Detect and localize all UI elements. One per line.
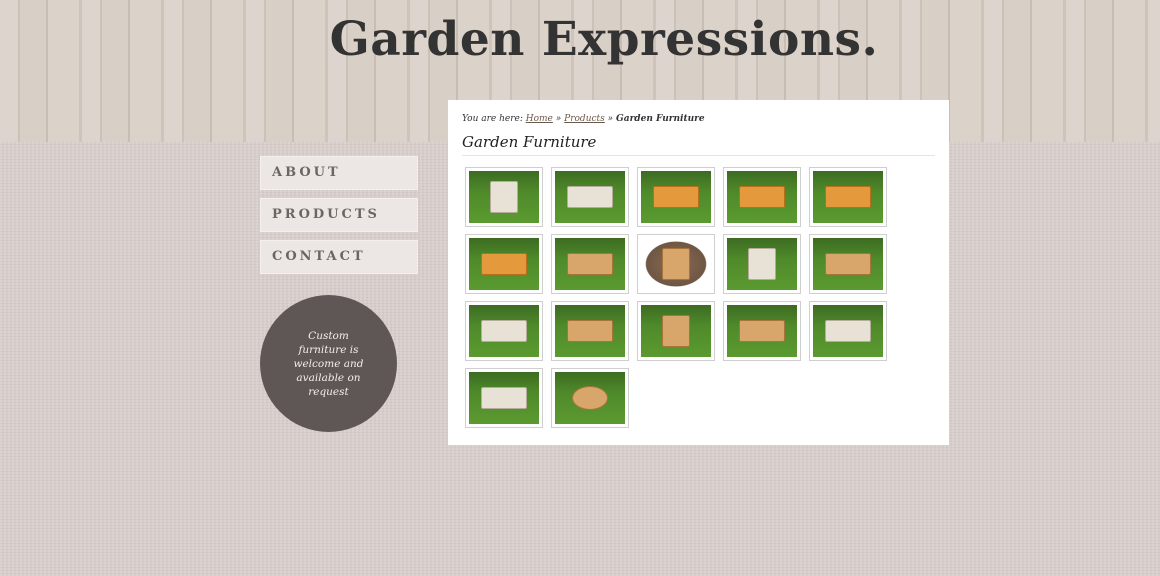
product-photo (555, 305, 625, 357)
product-photo (469, 238, 539, 290)
breadcrumb: You are here: Home » Products » Garden F… (462, 114, 935, 128)
thumbnail-picnic-table[interactable] (637, 167, 715, 227)
product-photo (469, 372, 539, 424)
furniture-shape (825, 186, 871, 208)
furniture-shape (567, 253, 613, 275)
page-title: Garden Furniture (462, 133, 935, 156)
breadcrumb-home-link[interactable]: Home (526, 114, 553, 124)
furniture-shape (739, 320, 785, 342)
breadcrumb-prefix: You are here: (462, 114, 523, 124)
thumbnail-porch-swing[interactable] (465, 167, 543, 227)
breadcrumb-separator: » (607, 114, 614, 124)
product-photo (641, 238, 711, 290)
nav-item-products[interactable]: PRODUCTS (260, 198, 418, 232)
breadcrumb-current: Garden Furniture (616, 114, 705, 124)
thumbnail-octagon-picnic-table[interactable] (809, 167, 887, 227)
furniture-shape (748, 248, 776, 280)
site-title[interactable]: Garden Expressions. (0, 12, 1160, 67)
furniture-shape (481, 387, 527, 409)
nav-item-about[interactable]: ABOUT (260, 156, 418, 190)
furniture-shape (490, 181, 518, 213)
thumbnail-table-with-benches[interactable] (723, 301, 801, 361)
furniture-shape (825, 253, 871, 275)
product-photo (555, 171, 625, 223)
product-photo (727, 171, 797, 223)
breadcrumb-products-link[interactable]: Products (564, 114, 605, 124)
furniture-shape (662, 248, 690, 280)
thumbnail-adirondack-chair[interactable] (637, 301, 715, 361)
thumbnail-octagon-picnic-table[interactable] (723, 167, 801, 227)
thumbnail-potting-bench[interactable] (551, 234, 629, 294)
product-photo (641, 171, 711, 223)
product-photo (813, 171, 883, 223)
thumbnail-round-table[interactable] (551, 368, 629, 428)
furniture-shape (653, 186, 699, 208)
thumbnail-adirondack-chair-set[interactable] (809, 234, 887, 294)
thumbnail-adirondack-chair-pair[interactable] (551, 301, 629, 361)
product-photo (813, 238, 883, 290)
custom-furniture-badge: Custom furniture is welcome and availabl… (260, 295, 397, 432)
product-photo (555, 372, 625, 424)
custom-furniture-text: Custom furniture is welcome and availabl… (293, 329, 364, 398)
furniture-shape (567, 320, 613, 342)
thumbnail-white-picnic-table[interactable] (551, 167, 629, 227)
thumbnail-folding-table[interactable] (465, 368, 543, 428)
furniture-shape (739, 186, 785, 208)
furniture-shape (662, 315, 690, 347)
thumbnail-octagon-picnic-table[interactable] (465, 234, 543, 294)
thumbnail-white-adirondack-chair[interactable] (723, 234, 801, 294)
furniture-shape (481, 320, 527, 342)
thumbnail-white-table-with-benches[interactable] (809, 301, 887, 361)
thumbnail-loveseat-bench[interactable] (465, 301, 543, 361)
product-photo (641, 305, 711, 357)
product-photo (469, 171, 539, 223)
nav-item-contact[interactable]: CONTACT (260, 240, 418, 274)
product-photo (727, 305, 797, 357)
product-photo (469, 305, 539, 357)
furniture-shape (825, 320, 871, 342)
main-nav: ABOUT PRODUCTS CONTACT (260, 156, 418, 282)
product-photo (555, 238, 625, 290)
product-photo (813, 305, 883, 357)
furniture-shape (567, 186, 613, 208)
furniture-shape (481, 253, 527, 275)
product-photo (727, 238, 797, 290)
breadcrumb-separator: » (555, 114, 562, 124)
furniture-shape (572, 386, 608, 410)
thumbnail-adirondack-chair[interactable] (637, 234, 715, 294)
